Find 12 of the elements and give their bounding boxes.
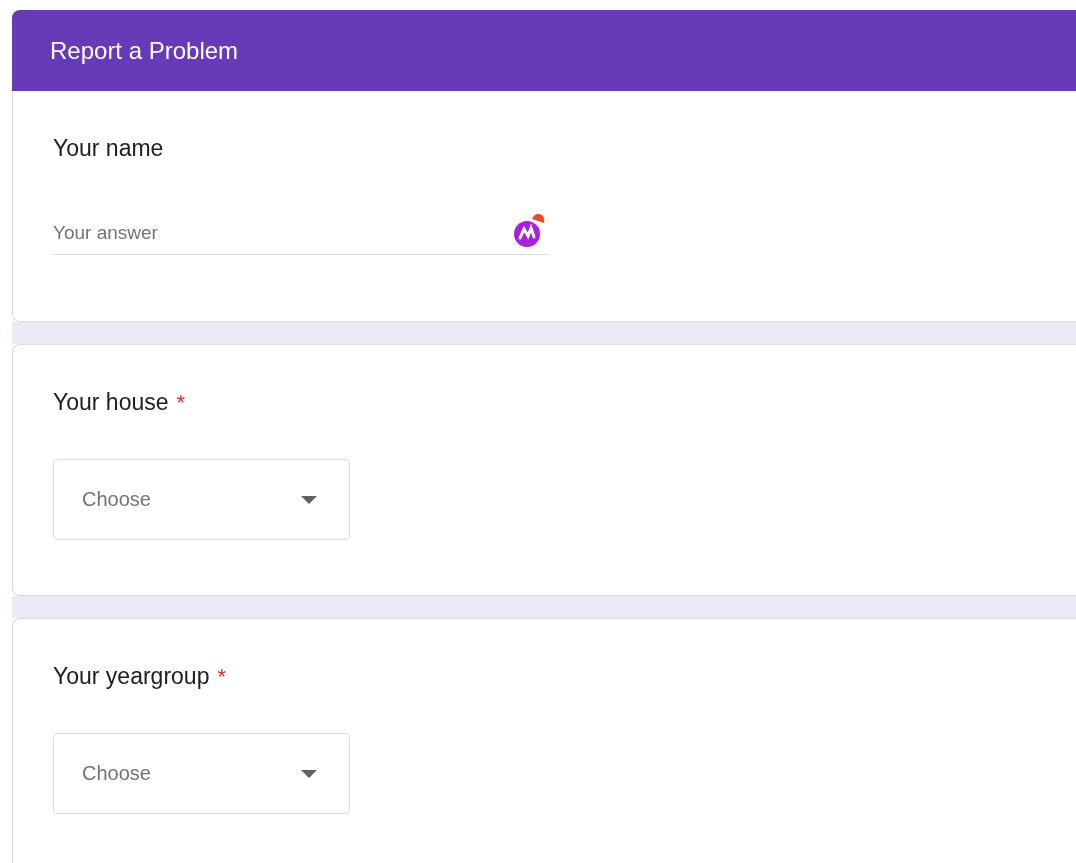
caret-icon	[301, 495, 317, 504]
dropdown[interactable]: Choose	[53, 733, 350, 814]
question-label: Your name	[53, 135, 164, 162]
required-mark: *	[217, 664, 226, 690]
form-title: Report a Problem	[50, 36, 239, 65]
question-label: Your house	[53, 389, 169, 416]
question-label: Your yeargroup	[53, 663, 210, 690]
circle-hat-icon[interactable]	[511, 211, 545, 249]
dropdown[interactable]: Choose	[53, 459, 350, 540]
required-mark: *	[176, 390, 186, 416]
answer-field[interactable]: Your answer	[53, 222, 511, 244]
caret-icon	[301, 769, 317, 778]
